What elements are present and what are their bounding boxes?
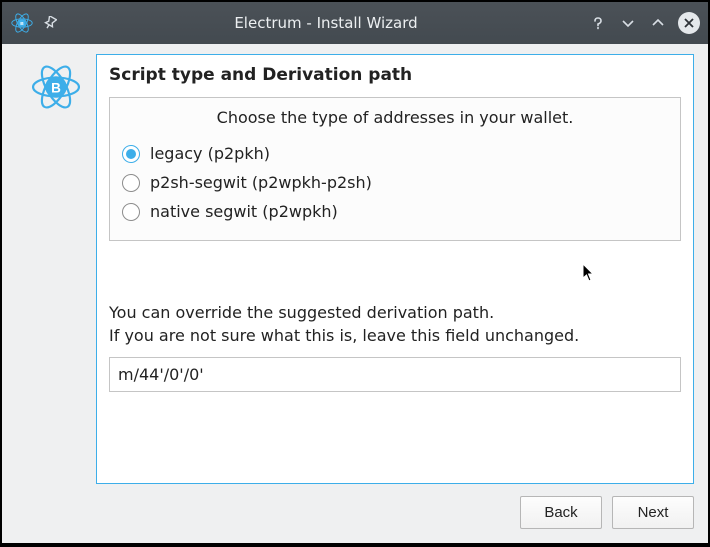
- radio-icon: [122, 145, 140, 163]
- panel-heading: Script type and Derivation path: [109, 65, 681, 85]
- wizard-panel: Script type and Derivation path Choose t…: [96, 54, 694, 484]
- titlebar: B Electrum - Install Wizard: [2, 2, 708, 44]
- svg-text:B: B: [51, 80, 61, 95]
- hint-line: You can override the suggested derivatio…: [109, 301, 681, 324]
- derivation-path-input[interactable]: [109, 357, 681, 392]
- radio-label: p2sh-segwit (p2wpkh-p2sh): [150, 173, 372, 192]
- radio-icon: [122, 203, 140, 221]
- maximize-icon[interactable]: [648, 13, 668, 33]
- window-controls: [588, 12, 700, 34]
- app-icon: B: [10, 11, 34, 35]
- radio-label: native segwit (p2wpkh): [150, 202, 338, 221]
- wizard-logo: B: [16, 54, 96, 484]
- wizard-buttons: Back Next: [16, 484, 694, 529]
- radio-option-p2sh-segwit[interactable]: p2sh-segwit (p2wpkh-p2sh): [122, 168, 668, 197]
- hint-line: If you are not sure what this is, leave …: [109, 324, 681, 347]
- radio-icon: [122, 174, 140, 192]
- next-button[interactable]: Next: [612, 496, 694, 529]
- radio-option-legacy[interactable]: legacy (p2pkh): [122, 139, 668, 168]
- address-type-group: Choose the type of addresses in your wal…: [109, 97, 681, 241]
- derivation-hint: You can override the suggested derivatio…: [109, 301, 681, 347]
- address-type-prompt: Choose the type of addresses in your wal…: [122, 108, 668, 127]
- window-title: Electrum - Install Wizard: [64, 14, 588, 32]
- back-button[interactable]: Back: [520, 496, 602, 529]
- pin-icon[interactable]: [40, 13, 60, 33]
- help-icon[interactable]: [588, 13, 608, 33]
- close-icon[interactable]: [678, 12, 700, 34]
- radio-option-native-segwit[interactable]: native segwit (p2wpkh): [122, 197, 668, 226]
- minimize-icon[interactable]: [618, 13, 638, 33]
- radio-label: legacy (p2pkh): [150, 144, 270, 163]
- content-area: B Script type and Derivation path Choose…: [2, 44, 708, 543]
- svg-text:B: B: [20, 21, 24, 27]
- app-window: B Electrum - Install Wizard: [2, 2, 708, 543]
